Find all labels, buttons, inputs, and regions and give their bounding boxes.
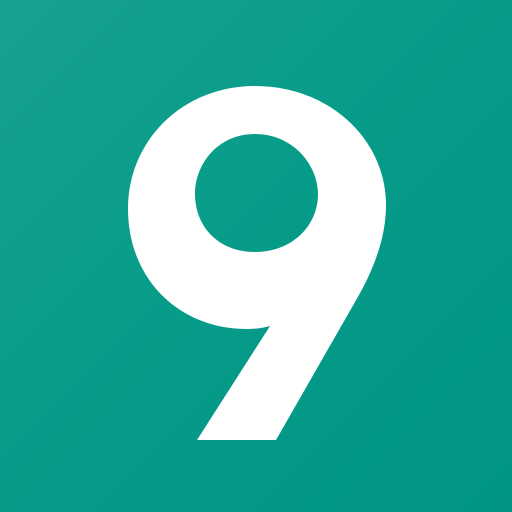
digit-shape bbox=[128, 86, 386, 440]
number-nine-icon: 9 bbox=[128, 86, 386, 440]
app-icon-tile: 9 bbox=[0, 0, 512, 512]
